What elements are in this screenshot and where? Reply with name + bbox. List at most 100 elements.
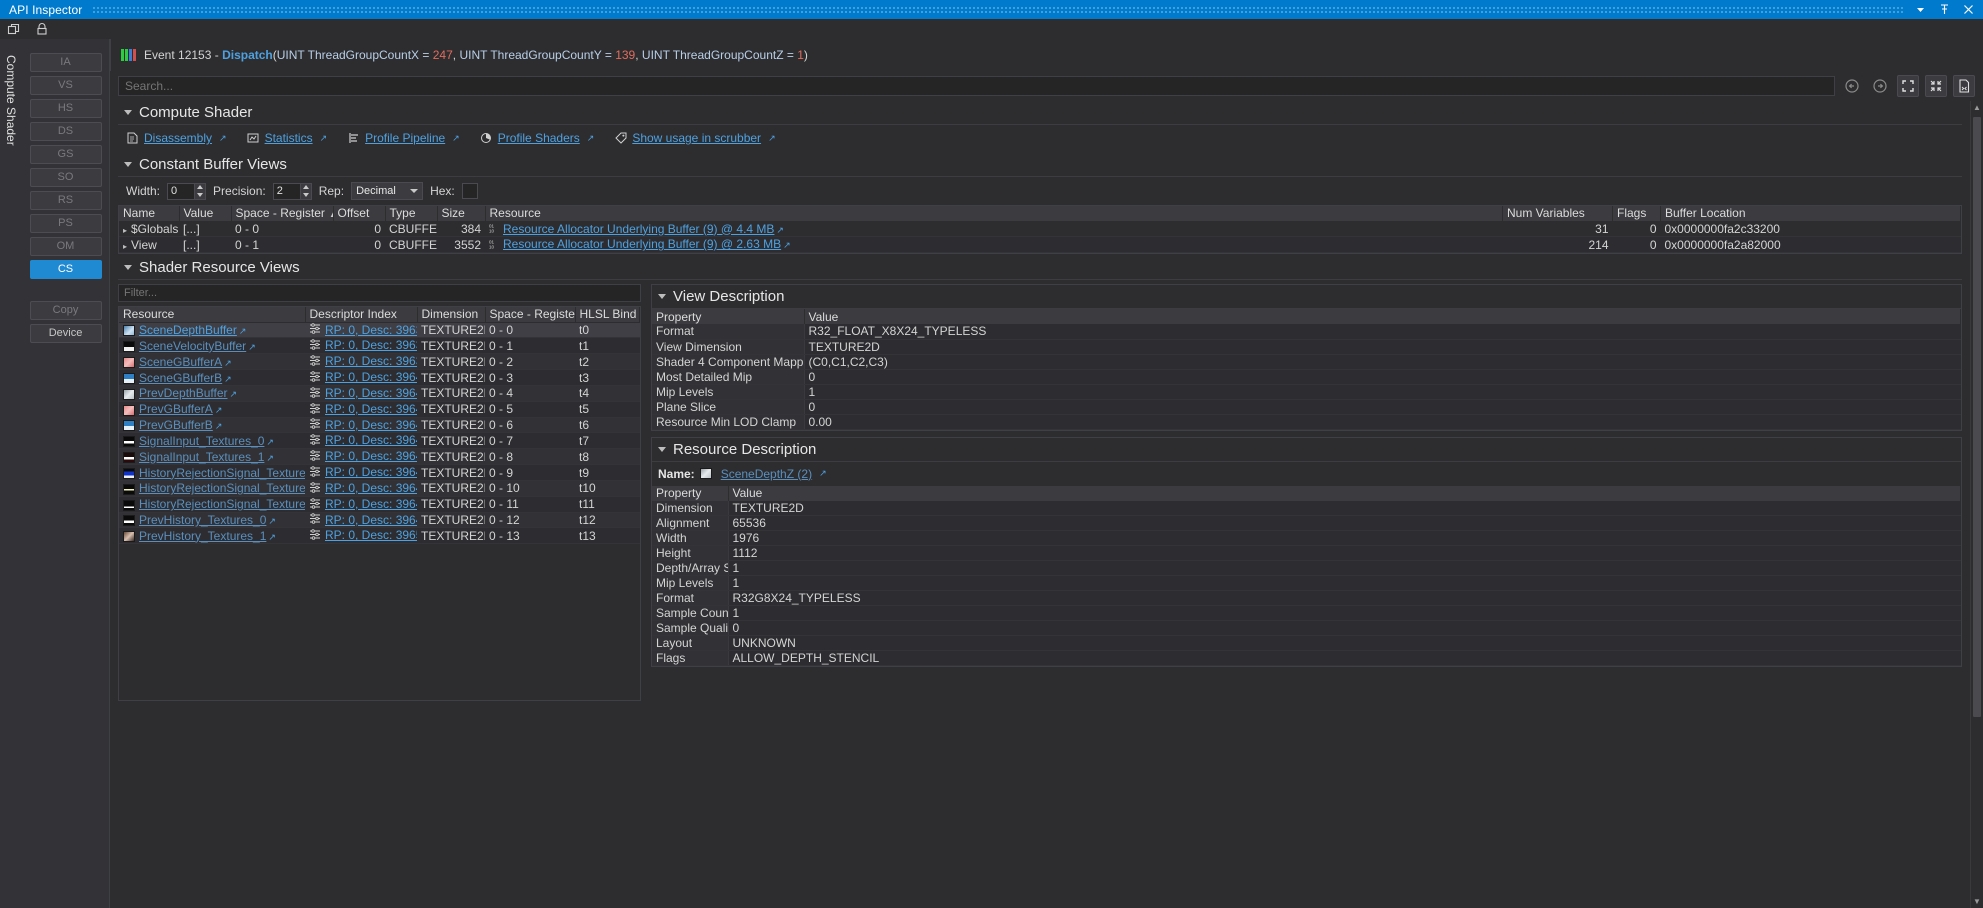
chevron-down-icon[interactable] [124, 110, 132, 115]
srv-resource-link[interactable]: PrevDepthBuffer [139, 386, 228, 400]
srv-resource-link[interactable]: HistoryRejectionSignal_Textures_2 [139, 497, 305, 511]
srv-cell-resource[interactable]: PrevDepthBuffer↗ [119, 385, 305, 401]
table-row[interactable]: HistoryRejectionSignal_Textures_0↗RP: 0,… [119, 465, 640, 481]
cbv-col-num-variables[interactable]: Num Variables [1503, 206, 1613, 221]
forward-icon[interactable] [1869, 75, 1891, 97]
cbv-cell-resource[interactable]: 0110Resource Allocator Underlying Buffer… [485, 221, 1503, 237]
stage-button-vs[interactable]: VS [30, 76, 102, 95]
precision-input[interactable]: 2 [273, 183, 301, 200]
srv-resource-link[interactable]: SceneVelocityBuffer [139, 339, 246, 353]
link-statistics-label[interactable]: Statistics [265, 131, 313, 145]
srv-resource-link[interactable]: PrevHistory_Textures_0 [139, 513, 266, 527]
srv-descriptor-link[interactable]: RP: 0, Desc: 39639 [325, 354, 417, 368]
srv-descriptor-link[interactable]: RP: 0, Desc: 39644 [325, 433, 417, 447]
table-row[interactable]: ▸View [...] 0 - 1 0 CBUFFER 3552 0110Res… [119, 237, 1961, 253]
compute-shader-header[interactable]: Compute Shader [118, 101, 1962, 125]
srv-col-dimension[interactable]: Dimension [417, 307, 485, 322]
link-statistics[interactable]: Statistics ↗ [247, 131, 328, 145]
stage-button-hs[interactable]: HS [30, 99, 102, 118]
stage-button-rs[interactable]: RS [30, 191, 102, 210]
srv-descriptor-link[interactable]: RP: 0, Desc: 39645 [325, 449, 417, 463]
link-profile-pipeline[interactable]: Profile Pipeline ↗ [347, 131, 460, 145]
table-row[interactable]: HistoryRejectionSignal_Textures_2↗RP: 0,… [119, 496, 640, 512]
srv-cell-descriptor-index[interactable]: RP: 0, Desc: 39642↗ [305, 401, 417, 417]
srv-cell-descriptor-index[interactable]: RP: 0, Desc: 39640↗ [305, 370, 417, 386]
srv-cell-descriptor-index[interactable]: RP: 0, Desc: 39643↗ [305, 417, 417, 433]
srv-cell-resource[interactable]: PrevGBufferB↗ [119, 417, 305, 433]
lock-icon[interactable] [34, 21, 50, 37]
srv-col-hlsl-bind[interactable]: HLSL Bind [575, 307, 640, 322]
srv-cell-resource[interactable]: SignalInput_Textures_1↗ [119, 449, 305, 465]
link-profile-shaders[interactable]: Profile Shaders ↗ [480, 131, 595, 145]
srv-descriptor-link[interactable]: RP: 0, Desc: 39647 [325, 481, 417, 495]
collapse-all-icon[interactable] [1925, 75, 1947, 97]
srv-cell-resource[interactable]: SignalInput_Textures_0↗ [119, 433, 305, 449]
stage-button-gs[interactable]: GS [30, 145, 102, 164]
srv-cell-descriptor-index[interactable]: RP: 0, Desc: 39649↗ [305, 512, 417, 528]
link-show-usage-label[interactable]: Show usage in scrubber [632, 131, 761, 145]
table-row[interactable]: HistoryRejectionSignal_Textures_1↗RP: 0,… [119, 480, 640, 496]
table-row[interactable]: ▸$Globals [...] 0 - 0 0 CBUFFER 384 0110… [119, 221, 1961, 237]
srv-cell-descriptor-index[interactable]: RP: 0, Desc: 39645↗ [305, 449, 417, 465]
cbv-cell-name[interactable]: ▸View [119, 237, 179, 253]
stage-button-copy[interactable]: Copy [30, 301, 102, 320]
back-icon[interactable] [1841, 75, 1863, 97]
table-row[interactable]: SignalInput_Textures_1↗RP: 0, Desc: 3964… [119, 449, 640, 465]
srv-resource-link[interactable]: HistoryRejectionSignal_Textures_0 [139, 466, 305, 480]
srv-descriptor-link[interactable]: RP: 0, Desc: 39640 [325, 370, 417, 384]
cbv-col-space-register[interactable]: Space - Register▲ [231, 206, 333, 221]
table-row[interactable]: SceneDepthBuffer↗RP: 0, Desc: 39637↗TEXT… [119, 322, 640, 338]
table-row[interactable]: SceneGBufferA↗RP: 0, Desc: 39639↗TEXTURE… [119, 354, 640, 370]
export-file-icon[interactable] [1953, 75, 1975, 97]
srv-filter-input[interactable] [118, 284, 641, 302]
cbv-cell-resource[interactable]: 0110Resource Allocator Underlying Buffer… [485, 237, 1503, 253]
srv-resource-link[interactable]: SignalInput_Textures_1 [139, 450, 264, 464]
srv-cell-descriptor-index[interactable]: RP: 0, Desc: 39650↗ [305, 528, 417, 544]
chevron-down-icon[interactable] [124, 265, 132, 270]
srv-cell-resource[interactable]: SceneGBufferB↗ [119, 370, 305, 386]
table-row[interactable]: PrevHistory_Textures_0↗RP: 0, Desc: 3964… [119, 512, 640, 528]
srv-descriptor-link[interactable]: RP: 0, Desc: 39638 [325, 338, 417, 352]
width-stepper[interactable] [194, 183, 206, 200]
table-row[interactable]: SceneGBufferB↗RP: 0, Desc: 39640↗TEXTURE… [119, 370, 640, 386]
expand-all-icon[interactable] [1897, 75, 1919, 97]
rep-select[interactable]: Decimal [351, 182, 423, 200]
scrollbar-thumb[interactable] [1973, 117, 1981, 717]
srv-cell-descriptor-index[interactable]: RP: 0, Desc: 39644↗ [305, 433, 417, 449]
srv-resource-link[interactable]: PrevGBufferA [139, 402, 213, 416]
srv-col-resource[interactable]: Resource [119, 307, 305, 322]
chevron-down-icon[interactable] [124, 162, 132, 167]
table-row[interactable]: PrevGBufferB↗RP: 0, Desc: 39643↗TEXTURE2… [119, 417, 640, 433]
cbv-col-offset[interactable]: Offset [333, 206, 385, 221]
srv-resource-link[interactable]: PrevGBufferB [139, 418, 213, 432]
close-icon[interactable] [1963, 4, 1974, 15]
srv-cell-resource[interactable]: SceneVelocityBuffer↗ [119, 338, 305, 354]
vertical-scrollbar[interactable]: ▲ ▼ [1970, 101, 1983, 908]
srv-resource-link[interactable]: SceneDepthBuffer [139, 323, 237, 337]
link-profile-shaders-label[interactable]: Profile Shaders [498, 131, 580, 145]
view-description-header[interactable]: View Description [652, 285, 1961, 309]
cbv-col-flags[interactable]: Flags [1613, 206, 1661, 221]
cbv-col-value[interactable]: Value [179, 206, 231, 221]
resource-description-header[interactable]: Resource Description [652, 438, 1961, 462]
chevron-down-icon[interactable] [658, 294, 666, 299]
srv-cell-descriptor-index[interactable]: RP: 0, Desc: 39647↗ [305, 480, 417, 496]
srv-col-descriptor-index[interactable]: Descriptor Index [305, 307, 417, 322]
srv-cell-descriptor-index[interactable]: RP: 0, Desc: 39646↗ [305, 465, 417, 481]
cbv-cell-name[interactable]: ▸$Globals [119, 221, 179, 237]
stage-button-so[interactable]: SO [30, 168, 102, 187]
srv-cell-descriptor-index[interactable]: RP: 0, Desc: 39637↗ [305, 322, 417, 338]
title-bar-grip[interactable] [92, 6, 1905, 14]
cbv-col-name[interactable]: Name [119, 206, 179, 221]
link-disassembly[interactable]: Disassembly ↗ [126, 131, 227, 145]
table-row[interactable]: SceneVelocityBuffer↗RP: 0, Desc: 39638↗T… [119, 338, 640, 354]
copy-window-icon[interactable] [6, 21, 22, 37]
srv-descriptor-link[interactable]: RP: 0, Desc: 39637 [325, 323, 417, 337]
srv-cell-descriptor-index[interactable]: RP: 0, Desc: 39639↗ [305, 354, 417, 370]
stage-button-om[interactable]: OM [30, 237, 102, 256]
srv-cell-descriptor-index[interactable]: RP: 0, Desc: 39648↗ [305, 496, 417, 512]
srv-descriptor-link[interactable]: RP: 0, Desc: 39641 [325, 386, 417, 400]
table-row[interactable]: PrevGBufferA↗RP: 0, Desc: 39642↗TEXTURE2… [119, 401, 640, 417]
srv-cell-resource[interactable]: HistoryRejectionSignal_Textures_1↗ [119, 480, 305, 496]
srv-cell-resource[interactable]: SceneGBufferA↗ [119, 354, 305, 370]
